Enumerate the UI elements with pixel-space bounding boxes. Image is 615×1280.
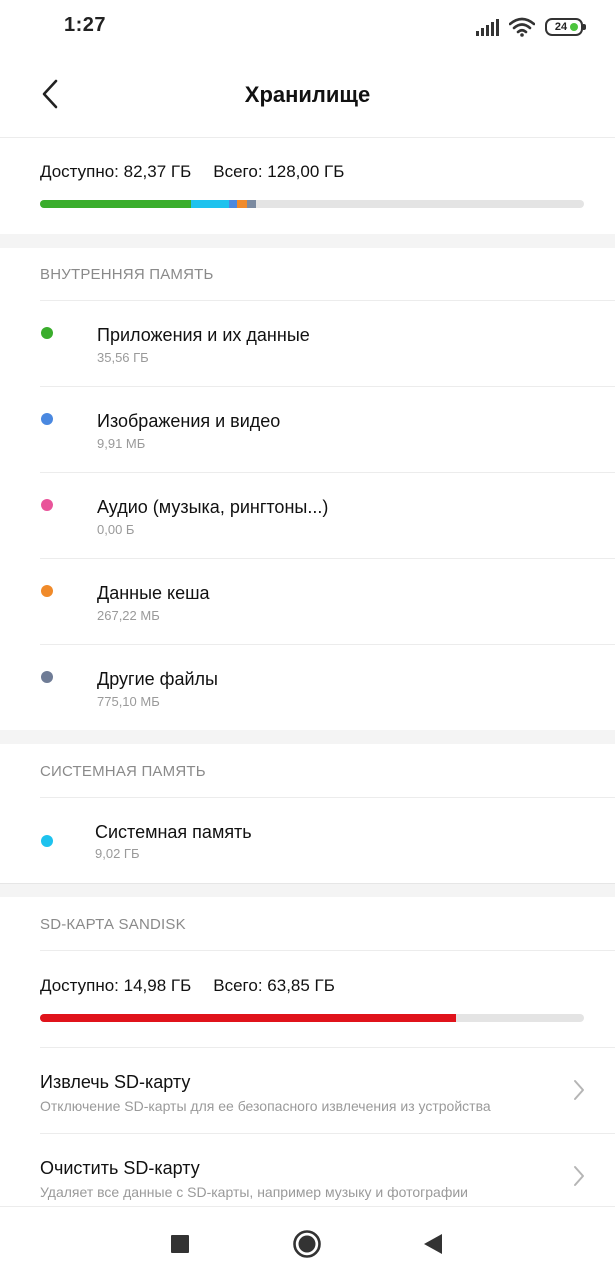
signal-icon [476,18,499,36]
status-bar: 1:27 24 [0,0,615,54]
usage-segment-other [247,200,256,208]
action-label: Очистить SD-карту [40,1158,200,1178]
usage-segment-system [191,200,230,208]
category-color-dot [41,671,53,683]
list-item-label: Приложения и их данные [97,325,310,345]
list-item-storage-category[interactable]: Данные кеша 267,22 МБ [0,559,615,645]
chevron-right-icon [574,1166,584,1186]
category-color-dot [41,835,53,847]
list-item-label: Изображения и видео [97,411,281,431]
sd-usage-bar [40,1014,584,1022]
status-time: 1:27 [64,14,107,36]
usage-segment-apps [40,200,192,208]
action-description: Удаляет все данные с SD-карты, например … [40,1184,469,1200]
category-color-dot [41,585,53,597]
list-item-label: Другие файлы [97,669,218,689]
divider [40,950,615,951]
sd-usage-fill [40,1014,457,1022]
list-item-size: 0,00 Б [97,522,135,537]
list-item-storage-category[interactable]: Приложения и их данные 35,56 ГБ [0,301,615,387]
section-gap [0,883,615,897]
list-item-label: Системная память [95,822,252,842]
section-gap [0,234,615,248]
sd-available: Доступно: 14,98 ГБ [40,976,192,995]
sd-storage-summary: Доступно: 14,98 ГБ Всего: 63,85 ГБ [40,976,584,1022]
system-section-label: СИСТЕМНАЯ ПАМЯТЬ [40,763,206,780]
list-item-storage-category[interactable]: Другие файлы 775,10 МБ [0,645,615,731]
sd-section-label: SD-КАРТА SANDISK [40,916,186,933]
home-circle-icon[interactable] [290,1227,324,1261]
internal-section-label: ВНУТРЕННЯЯ ПАМЯТЬ [40,266,214,283]
status-icons: 24 [476,14,586,40]
navigation-bar [0,1206,615,1280]
internal-total: Всего: 128,00 ГБ [213,162,345,181]
eject-sd-card-button[interactable]: Извлечь SD-карту Отключение SD-карты для… [0,1048,615,1134]
app-header: Хранилище [0,54,615,138]
usage-segment-cache [237,200,248,208]
list-item-size: 775,10 МБ [97,694,160,709]
page-title: Хранилище [244,82,371,107]
back-triangle-icon[interactable] [416,1227,450,1261]
usage-segment-images [229,200,238,208]
section-gap [0,730,615,744]
list-item-storage-category[interactable]: Аудио (музыка, рингтоны...) 0,00 Б [0,473,615,559]
internal-available: Доступно: 82,37 ГБ [40,162,192,181]
recents-square-icon[interactable] [163,1227,197,1261]
list-item-size: 267,22 МБ [97,608,160,623]
action-description: Отключение SD-карты для ее безопасного и… [40,1098,491,1114]
internal-storage-summary: Доступно: 82,37 ГБ Всего: 128,00 ГБ [40,162,584,208]
battery-level: 24 [554,21,568,33]
chevron-right-icon [574,1080,584,1100]
category-color-dot [41,413,53,425]
list-item-size: 9,91 МБ [97,436,146,451]
list-item-size: 35,56 ГБ [97,350,149,365]
list-item-system-memory[interactable]: Системная память 9,02 ГБ [0,798,615,884]
battery-icon: 24 [545,18,586,36]
category-color-dot [41,327,53,339]
list-item-storage-category[interactable]: Изображения и видео 9,91 МБ [0,387,615,473]
wifi-icon [509,17,535,37]
internal-usage-bar [40,200,584,208]
category-color-dot [41,499,53,511]
list-item-size: 9,02 ГБ [95,846,140,861]
action-label: Извлечь SD-карту [40,1072,191,1092]
sd-total: Всего: 63,85 ГБ [213,976,335,995]
list-item-label: Аудио (музыка, рингтоны...) [97,497,329,517]
list-item-label: Данные кеша [97,583,210,603]
